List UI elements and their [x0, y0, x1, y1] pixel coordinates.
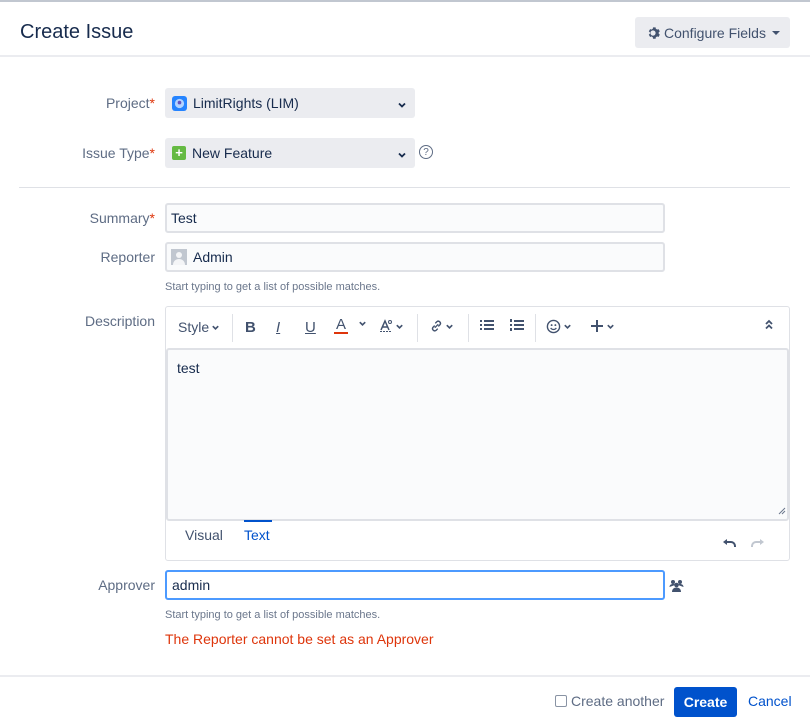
- text-color-button[interactable]: A: [334, 317, 348, 334]
- emoji-icon: [546, 319, 561, 334]
- description-textarea[interactable]: test: [166, 348, 789, 521]
- bold-button[interactable]: B: [245, 319, 256, 336]
- summary-label-text: Summary: [89, 210, 150, 226]
- chevron-down-icon: [397, 147, 407, 163]
- numbered-list-button[interactable]: [510, 319, 524, 331]
- chevron-down-icon: [212, 325, 219, 330]
- insert-more-button[interactable]: [590, 319, 615, 333]
- configure-fields-label: Configure Fields: [664, 24, 766, 41]
- dialog-header: Create Issue Configure Fields: [0, 2, 810, 57]
- configure-fields-button[interactable]: Configure Fields: [635, 17, 790, 48]
- cancel-link[interactable]: Cancel: [748, 693, 792, 709]
- toolbar-separator: [417, 314, 418, 342]
- issue-type-value: New Feature: [192, 145, 273, 161]
- chevron-down-icon: [397, 97, 407, 113]
- create-another-checkbox[interactable]: [555, 695, 567, 707]
- summary-value: Test: [171, 210, 197, 226]
- undo-icon: [723, 539, 736, 547]
- caret-down-icon: [771, 30, 780, 35]
- issue-type-label-text: Issue Type: [82, 145, 150, 161]
- create-button[interactable]: Create: [674, 687, 737, 717]
- toolbar-separator: [468, 314, 469, 342]
- redo-button[interactable]: [751, 536, 765, 554]
- required-marker: *: [149, 95, 155, 111]
- approver-hint: Start typing to get a list of possible m…: [165, 609, 381, 621]
- bullet-list-icon: [480, 320, 494, 330]
- numbered-list-icon: [510, 319, 524, 331]
- reporter-label: Reporter: [100, 249, 155, 265]
- italic-button[interactable]: I: [276, 319, 280, 336]
- toolbar-separator: [535, 314, 536, 342]
- bullet-list-button[interactable]: [480, 319, 494, 331]
- gear-icon: [646, 26, 660, 40]
- text-color-letter: A: [335, 316, 346, 333]
- reporter-hint: Start typing to get a list of possible m…: [165, 281, 381, 293]
- description-editor: Style B I U A test Visual Text: [165, 306, 790, 561]
- plus-icon: [591, 320, 603, 332]
- help-icon[interactable]: ?: [419, 145, 433, 159]
- more-formatting-button[interactable]: [379, 319, 404, 333]
- approver-label: Approver: [98, 577, 155, 593]
- style-label: Style: [178, 319, 210, 335]
- active-tab-indicator: [244, 520, 272, 522]
- toolbar-separator: [232, 314, 233, 342]
- description-label: Description: [84, 313, 155, 329]
- summary-label: Summary*: [0, 210, 155, 226]
- text-color-bar: [334, 332, 348, 334]
- text-format-icon: [380, 319, 392, 332]
- reporter-input[interactable]: Admin: [165, 242, 665, 272]
- project-avatar-icon: [172, 95, 187, 111]
- required-marker: *: [149, 145, 155, 161]
- project-select[interactable]: LimitRights (LIM): [165, 88, 415, 118]
- link-icon: [431, 320, 442, 332]
- approver-value: admin: [172, 577, 211, 593]
- issue-type-label: Issue Type*: [0, 145, 155, 161]
- create-another-label[interactable]: Create another: [571, 693, 664, 709]
- chevron-down-icon: [446, 324, 453, 329]
- underline-button[interactable]: U: [305, 319, 316, 336]
- footer-divider: [0, 675, 810, 677]
- editor-toolbar: Style B I U A: [166, 307, 789, 348]
- undo-button[interactable]: [722, 536, 736, 554]
- chevron-down-icon: [396, 324, 403, 329]
- issue-type-select[interactable]: + New Feature: [165, 138, 415, 168]
- project-label-text: Project: [105, 95, 150, 111]
- user-avatar-icon: [171, 249, 187, 265]
- resize-handle-icon[interactable]: [778, 502, 786, 518]
- users-picker-icon[interactable]: [669, 579, 684, 597]
- chevron-down-icon: [564, 324, 571, 329]
- emoji-button[interactable]: [546, 319, 572, 334]
- text-color-dropdown[interactable]: [358, 319, 367, 328]
- approver-input[interactable]: admin: [165, 570, 665, 600]
- link-button[interactable]: [429, 319, 454, 333]
- reporter-value: Admin: [193, 249, 233, 265]
- new-feature-icon: +: [172, 146, 186, 160]
- approver-error-message: The Reporter cannot be set as an Approve…: [165, 631, 434, 647]
- project-value: LimitRights (LIM): [193, 95, 299, 111]
- tab-text[interactable]: Text: [244, 527, 270, 543]
- required-marker: *: [149, 210, 155, 226]
- create-another-option: Create another: [555, 693, 664, 709]
- chevron-double-up-icon: [765, 319, 773, 330]
- chevron-down-icon: [359, 321, 366, 326]
- chevron-down-icon: [607, 324, 614, 329]
- section-divider: [19, 187, 790, 188]
- description-value: test: [177, 360, 200, 376]
- project-label: Project*: [0, 95, 155, 111]
- summary-input[interactable]: Test: [165, 203, 665, 233]
- style-dropdown[interactable]: Style: [178, 319, 220, 335]
- tab-visual[interactable]: Visual: [185, 527, 223, 543]
- dialog-title: Create Issue: [20, 21, 134, 43]
- redo-icon: [751, 539, 764, 547]
- collapse-toolbar-button[interactable]: [764, 319, 774, 330]
